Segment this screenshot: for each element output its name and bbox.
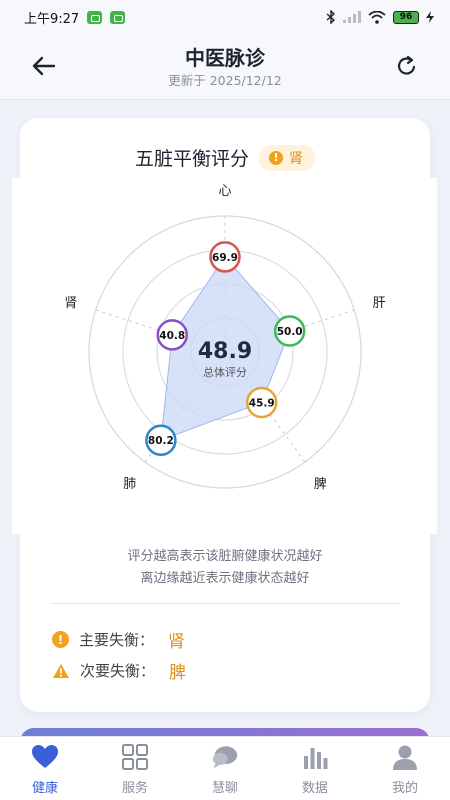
tab-label: 健康 (31, 781, 58, 796)
radar-chart: 心肝脾 肺 肾 48.9 总体评分 69.9 50.0 45.9 80.2 40.8 (12, 178, 437, 534)
tab-chat[interactable]: 慧聊 (180, 737, 270, 800)
data-label: 80.2 (148, 435, 174, 447)
heart-icon (31, 743, 59, 771)
tab-label: 数据 (301, 781, 328, 796)
data-label: 69.9 (212, 252, 238, 264)
tab-data[interactable]: 数据 (270, 737, 360, 800)
nav-header: 中医脉诊 更新于 2025/12/12 (0, 34, 450, 100)
tab-label: 服务 (121, 781, 148, 796)
tab-label: 慧聊 (211, 781, 238, 796)
radar-chart-svg: 心肝脾 肺 肾 48.9总体评分 69.9 50.0 45.9 80.2 40.8 (64, 184, 386, 492)
tab-label: 我的 (391, 781, 418, 796)
warning-circle-icon: ! (52, 631, 69, 648)
tab-health[interactable]: 健康 (0, 737, 90, 800)
primary-imbalance-row: ! 主要失衡： 肾 (52, 627, 185, 652)
signal-icon (343, 11, 361, 23)
data-label: 50.0 (277, 326, 303, 338)
user-icon (391, 743, 419, 771)
axis-label: 肾 (64, 296, 77, 311)
total-score: 48.9 (198, 339, 252, 364)
axis-label: 肺 (123, 477, 136, 492)
chart-note-1: 评分越高表示该脏腑健康状况越好 (127, 549, 323, 564)
warning-triangle-icon (53, 663, 69, 678)
primary-imbalance-label: 主要失衡： (79, 631, 155, 649)
app-notification-icon (110, 10, 126, 24)
tab-services[interactable]: 服务 (90, 737, 180, 800)
divider (50, 603, 400, 604)
refresh-button[interactable] (392, 52, 422, 80)
data-label: 40.8 (159, 330, 185, 342)
data-label: 45.9 (249, 398, 275, 410)
imbalance-tag-label: 肾 (289, 150, 303, 167)
primary-imbalance-value: 肾 (168, 632, 186, 652)
wifi-icon (368, 10, 386, 24)
secondary-imbalance-label: 次要失衡： (80, 662, 156, 680)
update-time: 更新于 2025/12/12 (168, 73, 282, 88)
refresh-icon (398, 55, 416, 75)
bluetooth-icon (326, 10, 336, 24)
page-title: 中医脉诊 (185, 46, 265, 70)
chart-note-2: 离边缘越近表示健康状态越好 (140, 571, 310, 586)
secondary-imbalance-value: 脾 (169, 663, 187, 683)
status-bar: 上午9:27 96 (0, 0, 450, 34)
chat-icon (211, 743, 239, 771)
total-score-label: 总体评分 (203, 365, 247, 379)
card-title: 五脏平衡评分 (134, 148, 249, 170)
status-time: 上午9:27 (24, 11, 80, 27)
bottom-tab-bar: 健康 服务 慧聊 数据 我的 (0, 736, 450, 800)
warning-icon: ! (269, 150, 283, 165)
tab-profile[interactable]: 我的 (360, 737, 450, 800)
card-header: 五脏平衡评分 ! 肾 (20, 144, 430, 171)
grid-icon (121, 743, 149, 771)
bar-chart-icon (301, 743, 329, 771)
charging-icon (426, 11, 434, 23)
secondary-imbalance-row: 次要失衡： 脾 (52, 658, 186, 683)
battery-icon: 96 (393, 10, 419, 24)
axis-label: 脾 (314, 477, 327, 492)
imbalance-tag: ! 肾 (259, 144, 315, 171)
axis-label: 心 (218, 184, 231, 199)
app-notification-icon (87, 10, 103, 24)
axis-label: 肝 (373, 296, 386, 311)
